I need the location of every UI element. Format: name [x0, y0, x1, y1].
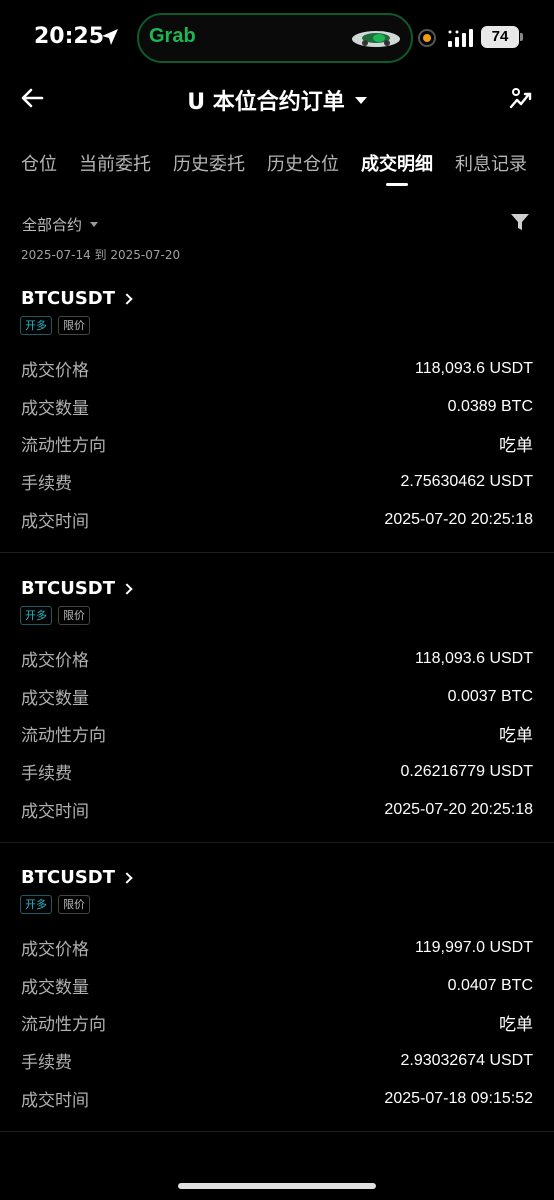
filter-icon[interactable]: [510, 212, 530, 232]
divider: [0, 1131, 554, 1132]
price-label: 成交价格: [21, 651, 89, 671]
fee-row: 手续费 2.75630462 USDT: [21, 469, 533, 495]
tab-bar: 仓位 当前委托 历史委托 历史仓位 成交明细 利息记录: [21, 150, 549, 186]
fee-label: 手续费: [21, 474, 72, 494]
badge-group: 开多 限价: [20, 606, 90, 625]
liquidity-row: 流动性方向 吃单: [21, 431, 533, 456]
tab-order-history[interactable]: 历史委托: [173, 150, 245, 176]
fee-label: 手续费: [21, 1053, 72, 1073]
price-value: 118,093.6 USDT: [415, 359, 533, 377]
quantity-value: 0.0037 BTC: [447, 687, 533, 705]
liquidity-value: 吃单: [499, 436, 533, 456]
active-tab-indicator: [386, 183, 408, 186]
liquidity-label: 流动性方向: [21, 1015, 106, 1035]
liquidity-value: 吃单: [499, 726, 533, 746]
cellular-signal-icon: [448, 29, 473, 47]
trade-card: BTCUSDT 开多 限价 成交价格 119,997.0 USDT 成交数量 0…: [0, 867, 554, 1132]
time-value: 2025-07-20 20:25:18: [384, 510, 533, 528]
quantity-row: 成交数量 0.0389 BTC: [21, 394, 533, 420]
fee-row: 手续费 2.93032674 USDT: [21, 1048, 533, 1074]
side-badge: 开多: [20, 316, 52, 335]
symbol-name: BTCUSDT: [21, 288, 116, 309]
grab-logo: Grab: [149, 25, 196, 47]
fee-value: 2.93032674 USDT: [400, 1051, 533, 1069]
status-time: 20:25: [34, 24, 105, 49]
home-indicator[interactable]: [178, 1183, 376, 1189]
date-range: 2025-07-14 到 2025-07-20: [21, 248, 181, 262]
quantity-label: 成交数量: [21, 978, 89, 998]
chevron-right-icon: [121, 582, 133, 595]
order-type-badge: 限价: [58, 606, 90, 625]
tab-positions[interactable]: 仓位: [21, 150, 57, 176]
contract-filter-dropdown[interactable]: 全部合约: [22, 214, 99, 235]
price-value: 118,093.6 USDT: [415, 649, 533, 667]
quantity-value: 0.0389 BTC: [447, 397, 533, 415]
liquidity-row: 流动性方向 吃单: [21, 721, 533, 746]
chevron-right-icon: [121, 292, 133, 305]
time-label: 成交时间: [21, 512, 89, 532]
symbol-link[interactable]: BTCUSDT: [21, 288, 133, 309]
symbol-name: BTCUSDT: [21, 867, 116, 888]
badge-group: 开多 限价: [20, 895, 90, 914]
dynamic-island[interactable]: Grab: [137, 13, 413, 63]
side-badge: 开多: [20, 895, 52, 914]
badge-group: 开多 限价: [20, 316, 90, 335]
fee-value: 2.75630462 USDT: [400, 472, 533, 490]
status-bar: 20:25 Grab 74: [0, 0, 554, 76]
time-label: 成交时间: [21, 802, 89, 822]
symbol-link[interactable]: BTCUSDT: [21, 578, 133, 599]
tab-position-history[interactable]: 历史仓位: [267, 150, 339, 176]
analysis-icon[interactable]: [508, 86, 534, 112]
fee-row: 手续费 0.26216779 USDT: [21, 759, 533, 785]
symbol-name: BTCUSDT: [21, 578, 116, 599]
order-type-badge: 限价: [58, 895, 90, 914]
fee-label: 手续费: [21, 764, 72, 784]
tab-trade-details-label: 成交明细: [361, 154, 433, 175]
side-badge: 开多: [20, 606, 52, 625]
time-row: 成交时间 2025-07-18 09:15:52: [21, 1086, 533, 1112]
time-row: 成交时间 2025-07-20 20:25:18: [21, 507, 533, 533]
chevron-down-icon: [90, 222, 99, 227]
quantity-row: 成交数量 0.0407 BTC: [21, 973, 533, 999]
price-row: 成交价格 118,093.6 USDT: [21, 356, 533, 382]
liquidity-label: 流动性方向: [21, 726, 106, 746]
fee-value: 0.26216779 USDT: [400, 762, 533, 780]
recording-indicator: [418, 29, 436, 47]
quantity-value: 0.0407 BTC: [447, 976, 533, 994]
symbol-link[interactable]: BTCUSDT: [21, 867, 133, 888]
time-value: 2025-07-20 20:25:18: [384, 800, 533, 818]
liquidity-value: 吃单: [499, 1015, 533, 1035]
divider: [0, 552, 554, 553]
page-title: U 本位合约订单: [187, 90, 345, 115]
price-row: 成交价格 119,997.0 USDT: [21, 935, 533, 961]
quantity-row: 成交数量 0.0037 BTC: [21, 684, 533, 710]
tab-trade-details[interactable]: 成交明细: [361, 150, 433, 186]
contract-filter-label: 全部合约: [22, 216, 83, 234]
quantity-label: 成交数量: [21, 399, 89, 419]
quantity-label: 成交数量: [21, 689, 89, 709]
price-label: 成交价格: [21, 361, 89, 381]
price-value: 119,997.0 USDT: [415, 938, 533, 956]
time-row: 成交时间 2025-07-20 20:25:18: [21, 797, 533, 823]
trade-card: BTCUSDT 开多 限价 成交价格 118,093.6 USDT 成交数量 0…: [0, 288, 554, 553]
battery-indicator: 74: [481, 26, 519, 48]
car-icon: [352, 31, 400, 47]
divider: [0, 842, 554, 843]
order-type-badge: 限价: [58, 316, 90, 335]
location-arrow-icon: [102, 29, 118, 45]
price-row: 成交价格 118,093.6 USDT: [21, 646, 533, 672]
liquidity-row: 流动性方向 吃单: [21, 1010, 533, 1035]
chevron-right-icon: [121, 871, 133, 884]
page-title-dropdown[interactable]: U 本位合约订单: [0, 84, 554, 116]
chevron-down-icon: [354, 96, 367, 104]
tab-interest-records[interactable]: 利息记录: [455, 150, 527, 176]
liquidity-label: 流动性方向: [21, 436, 106, 456]
trade-card: BTCUSDT 开多 限价 成交价格 118,093.6 USDT 成交数量 0…: [0, 578, 554, 843]
battery-tip: [520, 33, 523, 41]
price-label: 成交价格: [21, 940, 89, 960]
time-value: 2025-07-18 09:15:52: [384, 1089, 533, 1107]
time-label: 成交时间: [21, 1091, 89, 1111]
tab-open-orders[interactable]: 当前委托: [79, 150, 151, 176]
